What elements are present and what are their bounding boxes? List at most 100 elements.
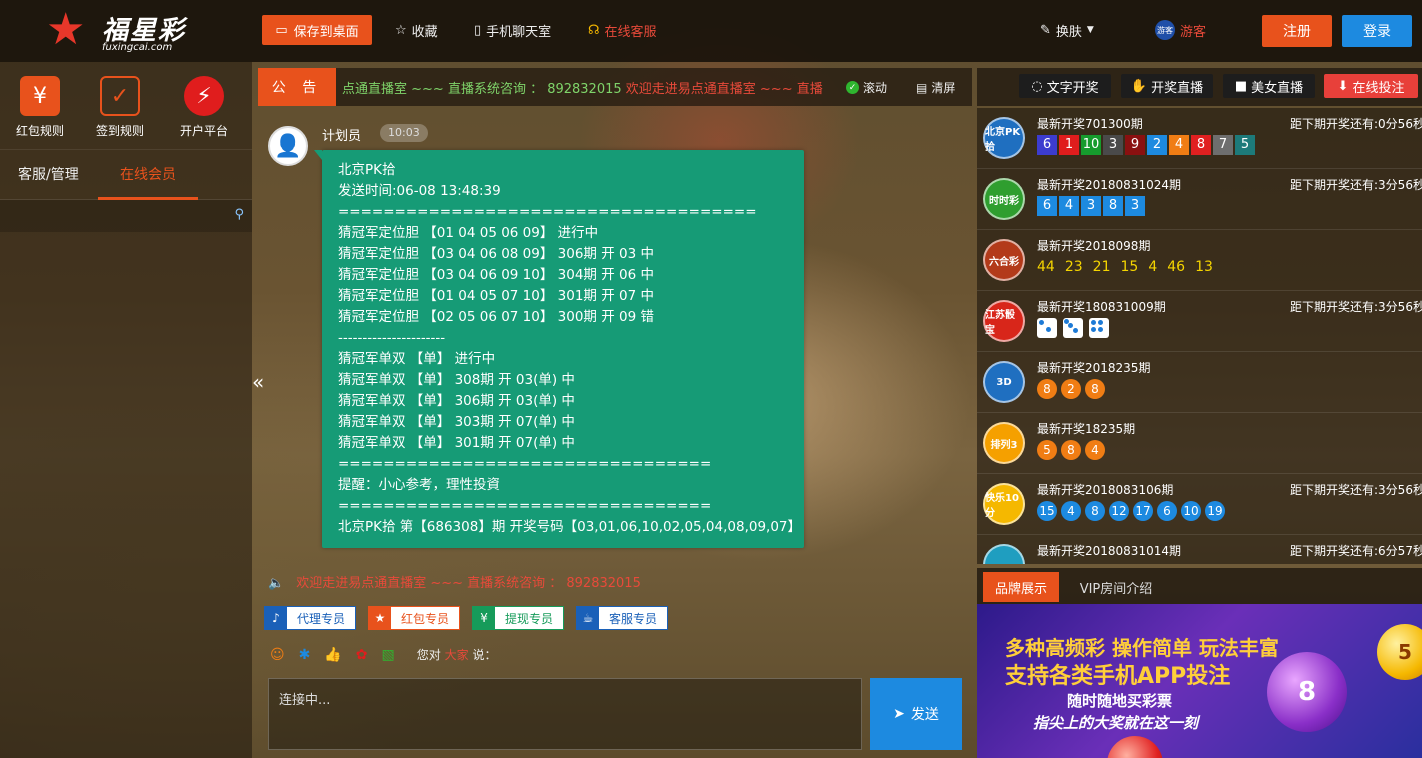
thumbs-up-icon[interactable]: 👍: [324, 647, 341, 663]
number-ball: 13: [1195, 259, 1213, 275]
member-search[interactable]: ⚲: [0, 200, 252, 232]
number-ball: 3: [1103, 135, 1123, 155]
message-author: 计划员: [322, 129, 362, 144]
message-input[interactable]: 连接中...: [268, 678, 862, 750]
message-bubble: 北京PK拾 发送时间:06-08 13:48:39 ==============…: [314, 150, 804, 548]
user-icon: 👤: [274, 133, 302, 159]
image-icon[interactable]: ▧: [382, 647, 395, 663]
number-ball: 21: [1092, 259, 1111, 275]
brand-tabs: 品牌展示 VIP房间介绍: [977, 568, 1422, 604]
tab-online-members[interactable]: 在线会员: [98, 150, 198, 200]
mobile-chat-link[interactable]: ▯ 手机聊天室: [474, 15, 551, 45]
number-ball: 23: [1064, 259, 1083, 275]
message-line: ----------------------: [338, 330, 446, 346]
lottery-logo-icon: 江苏骰宝: [983, 300, 1025, 342]
lottery-row[interactable]: 3D 最新开奖2018235期 8 2 8: [977, 352, 1422, 413]
number-ball: 3: [1081, 196, 1101, 216]
right-toolbar: ◌ 文字开奖 ✋ 开奖直播 ■ 美女直播 ⬇ 在线投注: [977, 68, 1422, 106]
tab-service-admin[interactable]: 客服/管理: [18, 150, 79, 200]
lottery-results-list: 北京PK拾 最新开奖701300期 距下期开奖还有:0分56秒 6 1 10 3 9 2 4 8 7 5…: [977, 108, 1422, 564]
headset-icon: ☊: [588, 22, 600, 38]
number-ball: 6: [1157, 501, 1177, 521]
save-to-desktop-button[interactable]: ▭ 保存到桌面: [262, 15, 372, 45]
withdraw-staff-chip[interactable]: ¥ 提现专员: [472, 606, 565, 630]
sparkle-icon[interactable]: ✱: [299, 647, 311, 663]
red-envelope-rules[interactable]: ¥ 红包规则: [0, 76, 80, 139]
lottery-issue: 最新开奖2018098期: [1037, 239, 1151, 253]
promo-banner[interactable]: 多种高频彩 操作简单 玩法丰富 支持各类手机APP投注 随时随地买彩票 指尖上的…: [977, 604, 1422, 758]
lottery-row[interactable]: 江苏骰宝 最新开奖180831009期 距下期开奖还有:3分56秒: [977, 291, 1422, 352]
register-button[interactable]: 注册: [1262, 15, 1332, 47]
online-bet-button[interactable]: ⬇ 在线投注: [1324, 74, 1418, 98]
lottery-logo-icon: 六合彩: [983, 239, 1025, 281]
number-ball: 8: [1085, 501, 1105, 521]
message-line: 猜冠军单双 【单】 进行中: [338, 351, 496, 367]
paper-plane-icon: ➤: [893, 706, 905, 722]
number-ball: 7: [1213, 135, 1233, 155]
staff-chips: ♪ 代理专员 ★ 红包专员 ¥ 提现专员 ☕ 客服专员: [264, 606, 669, 630]
message-line: 北京PK拾 第【686308】期 开奖号码【03,01,06,10,02,05,…: [338, 519, 802, 535]
logo[interactable]: ★ 福星彩 fuxingcai.com: [46, 6, 206, 58]
left-shortcuts: ¥ 红包规则 ✓ 签到规则 ⚡ 开户平台: [0, 62, 252, 150]
number-ball: 3: [1125, 196, 1145, 216]
login-button[interactable]: 登录: [1342, 15, 1412, 47]
lottery-ball-8-icon: 8: [1267, 652, 1347, 732]
user-menu[interactable]: 游客 游客: [1155, 15, 1206, 45]
dice-icon: [1063, 318, 1083, 338]
lottery-countdown: 距下期开奖还有:3分56秒: [1290, 483, 1422, 497]
toolbar-icons: ☺ ✱ 👍 ✿ ▧ 您对 大家 说：: [270, 646, 496, 663]
number-ball: 6: [1037, 196, 1057, 216]
star-icon: ★: [369, 607, 392, 629]
tab-vip-room[interactable]: VIP房间介绍: [1071, 572, 1161, 602]
tab-brand-showcase[interactable]: 品牌展示: [983, 572, 1059, 602]
send-button[interactable]: ➤ 发送: [870, 678, 962, 750]
lottery-row[interactable]: 最新开奖20180831014期 距下期开奖还有:6分57秒: [977, 535, 1422, 564]
number-ball: 4: [1085, 440, 1105, 460]
online-service-link[interactable]: ☊ 在线客服: [588, 15, 657, 45]
message-line: 猜冠军定位胆 【01 04 05 06 09】 进行中: [338, 225, 599, 241]
live-draw-button[interactable]: ✋ 开奖直播: [1121, 74, 1213, 98]
lottery-issue: 最新开奖20180831014期: [1037, 544, 1181, 558]
service-staff-chip[interactable]: ☕ 客服专员: [576, 606, 669, 630]
lottery-row[interactable]: 北京PK拾 最新开奖701300期 距下期开奖还有:0分56秒 6 1 10 3 9 2 4 8 7 5: [977, 108, 1422, 169]
lottery-row[interactable]: 时时彩 最新开奖20180831024期 距下期开奖还有:3分56秒 6 4 3 8 3: [977, 169, 1422, 230]
right-panel: ◌ 文字开奖 ✋ 开奖直播 ■ 美女直播 ⬇ 在线投注 北京PK拾 最新开奖701300期…: [977, 68, 1422, 758]
message-line: 猜冠军定位胆 【02 05 06 07 10】 300期 开 09 错: [338, 309, 654, 325]
clear-screen-button[interactable]: ▤ 清屏: [916, 79, 955, 96]
beauty-live-button[interactable]: ■ 美女直播: [1223, 74, 1315, 98]
message-line: 提醒：小心参考，理性投資: [338, 477, 500, 493]
lottery-logo-icon: [983, 544, 1025, 564]
lottery-row[interactable]: 六合彩 最新开奖2018098期 44 23 21 15 4 46 13: [977, 230, 1422, 291]
agent-staff-chip[interactable]: ♪ 代理专员: [264, 606, 357, 630]
favorite-link[interactable]: ☆ 收藏: [395, 15, 438, 45]
red-envelope-staff-chip[interactable]: ★ 红包专员: [368, 606, 461, 630]
search-icon[interactable]: ⚲: [234, 207, 244, 222]
emoji-icon[interactable]: ☺: [270, 647, 285, 663]
message-line: =====================================: [338, 204, 757, 220]
lottery-row[interactable]: 排列3 最新开奖18235期 5 8 4: [977, 413, 1422, 474]
top-bar: ★ 福星彩 fuxingcai.com ▭ 保存到桌面 ☆ 收藏 ▯ 手机聊天室 ☊ 在…: [0, 0, 1422, 62]
skin-dropdown[interactable]: ✎ 换肤 ▼: [1040, 15, 1094, 45]
download-icon: ⬇: [1337, 78, 1349, 94]
number-ball: 8: [1103, 196, 1123, 216]
message-line: 猜冠军定位胆 【03 04 06 08 09】 306期 开 03 中: [338, 246, 654, 262]
message-line: 猜冠军定位胆 【01 04 05 07 10】 301期 开 07 中: [338, 288, 654, 304]
say-target[interactable]: 大家: [445, 648, 469, 662]
open-account-platform[interactable]: ⚡ 开户平台: [164, 76, 244, 139]
message-time: 10:03: [380, 124, 428, 142]
text-draw-button[interactable]: ◌ 文字开奖: [1019, 74, 1111, 98]
lottery-issue: 最新开奖701300期: [1037, 117, 1143, 131]
message-line: 猜冠军单双 【单】 306期 开 03(单) 中: [338, 393, 575, 409]
number-ball: 12: [1109, 501, 1129, 521]
number-ball: 5: [1037, 440, 1057, 460]
lottery-issue: 最新开奖2018083106期: [1037, 483, 1174, 497]
red-envelope-icon: ¥: [20, 76, 60, 116]
scroll-toggle[interactable]: ✓ 滚动: [846, 79, 887, 96]
message-line: 北京PK拾: [338, 162, 396, 178]
flower-icon[interactable]: ✿: [356, 647, 368, 663]
lottery-row[interactable]: 快乐10分 最新开奖2018083106期 距下期开奖还有:3分56秒 15 4 8 12 1…: [977, 474, 1422, 535]
user-avatar: 游客: [1155, 20, 1175, 40]
check-in-rules[interactable]: ✓ 签到规则: [80, 76, 160, 139]
video-camera-icon: ■: [1234, 78, 1248, 94]
number-ball: 15: [1120, 259, 1139, 275]
